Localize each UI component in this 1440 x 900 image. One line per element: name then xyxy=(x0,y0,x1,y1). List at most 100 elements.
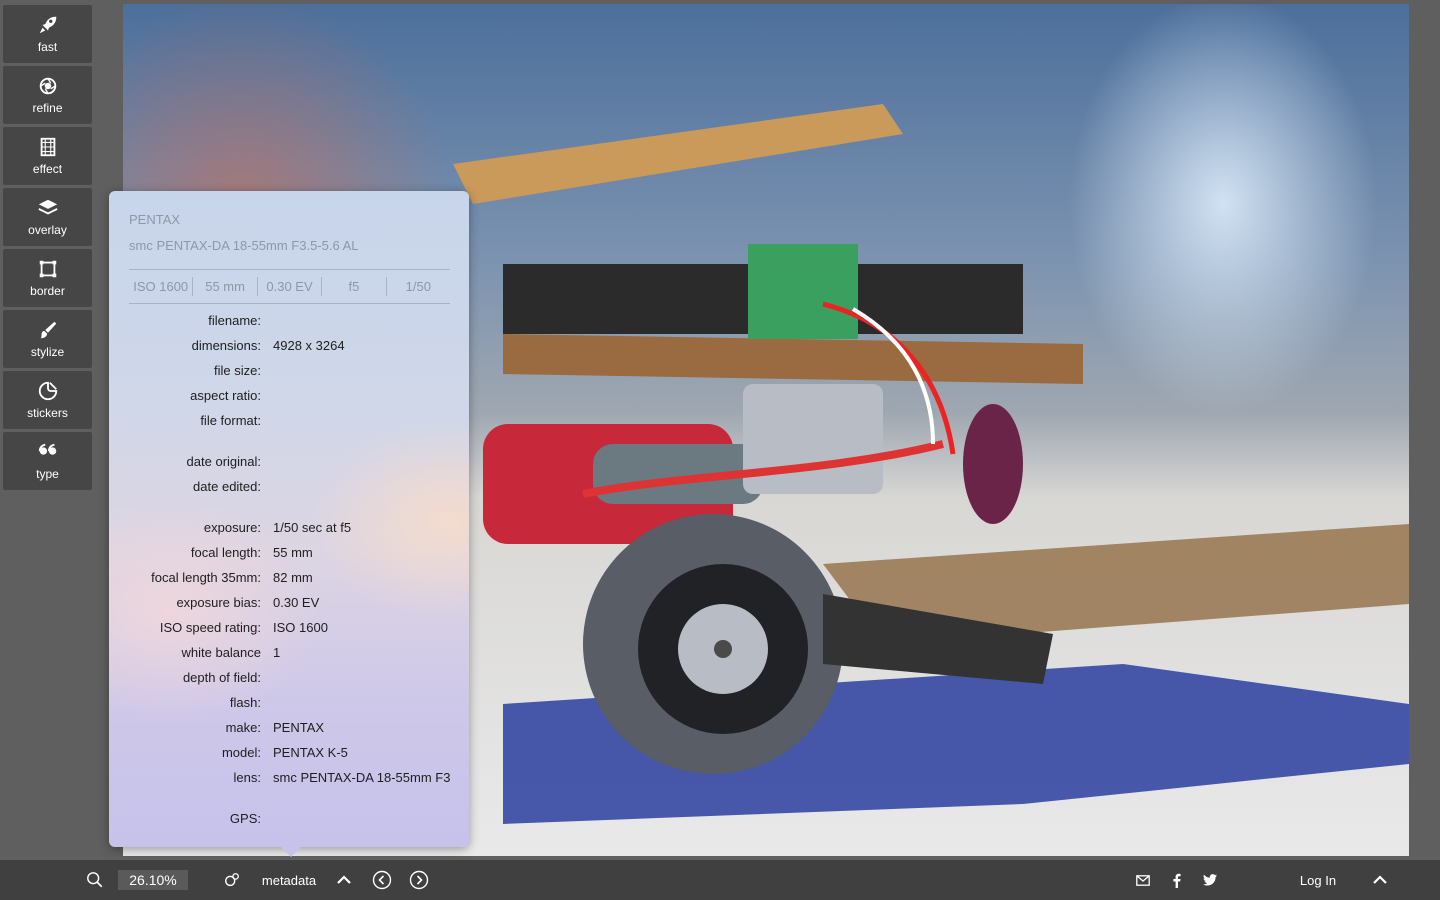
meta-key: white balance xyxy=(181,645,262,660)
meta-row-file-size: file size: xyxy=(109,361,469,386)
meta-value xyxy=(273,693,453,718)
border-icon xyxy=(39,260,56,277)
meta-value xyxy=(273,411,453,436)
tool-border-button[interactable]: border xyxy=(3,249,92,306)
compare-icon xyxy=(224,873,239,887)
meta-value xyxy=(273,361,453,386)
meta-value: ISO 1600 xyxy=(273,620,328,635)
meta-key: GPS: xyxy=(229,811,261,826)
tool-stylize-label: stylize xyxy=(30,344,65,359)
meta-row-date-edited: date edited: xyxy=(109,477,469,502)
meta-key: date original: xyxy=(186,454,261,469)
summary-aperture: f5 xyxy=(322,277,387,296)
tool-stylize-button[interactable]: stylize xyxy=(3,310,92,367)
summary-iso: ISO 1600 xyxy=(129,277,194,296)
meta-value xyxy=(273,311,453,336)
meta-value xyxy=(273,452,453,477)
metadata-toggle-button[interactable] xyxy=(334,860,354,900)
meta-key: filename: xyxy=(208,313,261,328)
meta-key: file format: xyxy=(200,413,261,428)
meta-row-model: model: PENTAX K-5 xyxy=(109,743,469,768)
tool-overlay-button[interactable]: overlay xyxy=(3,188,92,245)
row-gap xyxy=(109,793,469,809)
zoom-button[interactable] xyxy=(82,860,108,900)
meta-row-focal-length-35: focal length 35mm: 82 mm xyxy=(109,568,469,593)
meta-row-white-balance: white balance 1 xyxy=(109,643,469,668)
facebook-icon xyxy=(1172,873,1181,888)
compare-button[interactable] xyxy=(220,860,244,900)
meta-row-lens: lens: smc PENTAX-DA 18-55mm F3 xyxy=(109,768,469,793)
meta-row-exposure: exposure: 1/50 sec at f5 xyxy=(109,518,469,543)
meta-row-filename: filename: xyxy=(109,311,469,336)
meta-key: model: xyxy=(221,745,261,760)
tool-stickers-label: stickers xyxy=(27,405,68,420)
metadata-rows: filename: dimensions: 4928 x 3264 file si… xyxy=(109,311,469,834)
rocket-icon xyxy=(39,16,56,33)
tool-overlay-label: overlay xyxy=(28,222,67,237)
tool-effect-button[interactable]: effect xyxy=(3,127,92,184)
meta-key: ISO speed rating: xyxy=(159,620,261,635)
tool-refine-button[interactable]: refine xyxy=(3,66,92,123)
meta-value: 1/50 sec at f5 xyxy=(273,520,352,535)
mail-icon xyxy=(1136,874,1150,886)
meta-row-file-format: file format: xyxy=(109,411,469,436)
tool-effect-label: effect xyxy=(32,161,63,176)
meta-row-depth-of-field: depth of field: xyxy=(109,668,469,693)
meta-value: PENTAX K-5 xyxy=(273,745,348,760)
meta-value xyxy=(273,809,453,834)
meta-value: 0.30 EV xyxy=(273,595,320,610)
meta-key: focal length: xyxy=(190,545,261,560)
summary-focal: 55 mm xyxy=(193,277,258,296)
brush-icon xyxy=(40,321,56,338)
tool-border-label: border xyxy=(30,283,65,298)
row-gap xyxy=(109,502,469,518)
tool-stickers-button[interactable]: stickers xyxy=(3,371,92,428)
meta-row-date-original: date original: xyxy=(109,452,469,477)
film-icon xyxy=(40,137,55,156)
row-gap xyxy=(109,436,469,452)
meta-value: PENTAX xyxy=(273,720,325,735)
bottom-toolbar: 26.10% metadata Log In xyxy=(0,860,1440,900)
meta-value: smc PENTAX-DA 18-55mm F3 xyxy=(273,770,451,785)
expand-menu-button[interactable] xyxy=(1370,860,1390,900)
meta-row-iso: ISO speed rating: ISO 1600 xyxy=(109,618,469,643)
email-share-button[interactable] xyxy=(1132,860,1154,900)
meta-key: focal length 35mm: xyxy=(151,570,261,585)
metadata-label: metadata xyxy=(261,872,317,888)
meta-row-exposure-bias: exposure bias: 0.30 EV xyxy=(109,593,469,618)
summary-ev: 0.30 EV xyxy=(258,277,323,296)
layers-icon xyxy=(37,199,58,215)
meta-value: 55 mm xyxy=(273,545,313,560)
zoom-level-field[interactable]: 26.10% xyxy=(118,870,188,890)
meta-value: 82 mm xyxy=(273,570,313,585)
exposure-summary-bar: ISO 1600 55 mm 0.30 EV f5 1/50 xyxy=(129,269,450,304)
tool-refine-label: refine xyxy=(32,100,63,115)
next-button[interactable] xyxy=(407,860,431,900)
meta-key: aspect ratio: xyxy=(190,388,261,403)
meta-key: lens: xyxy=(233,770,261,785)
login-button[interactable]: Log In xyxy=(1290,860,1346,900)
twitter-share-button[interactable] xyxy=(1198,860,1222,900)
meta-key: flash: xyxy=(229,695,261,710)
meta-value xyxy=(273,477,453,502)
chevron-up-icon xyxy=(337,875,351,884)
facebook-share-button[interactable] xyxy=(1166,860,1186,900)
tool-sidebar: fast refine effect overlay border styliz… xyxy=(3,5,92,493)
meta-row-dimensions: dimensions: 4928 x 3264 xyxy=(109,336,469,361)
meta-row-focal-length: focal length: 55 mm xyxy=(109,543,469,568)
meta-value xyxy=(273,386,453,411)
meta-value: 1 xyxy=(273,645,281,660)
meta-key: exposure bias: xyxy=(176,595,261,610)
metadata-button[interactable]: metadata xyxy=(256,860,322,900)
meta-row-gps: GPS: xyxy=(109,809,469,834)
meta-key: depth of field: xyxy=(182,670,261,685)
sticker-icon xyxy=(38,381,57,400)
chevron-right-circle-icon xyxy=(409,870,429,890)
summary-shutter: 1/50 xyxy=(405,279,431,294)
previous-button[interactable] xyxy=(370,860,394,900)
tool-type-button[interactable]: type xyxy=(3,432,92,489)
tool-fast-button[interactable]: fast xyxy=(3,5,92,62)
quote-icon xyxy=(38,443,56,455)
twitter-icon xyxy=(1203,874,1217,886)
tool-type-label: type xyxy=(36,466,59,481)
